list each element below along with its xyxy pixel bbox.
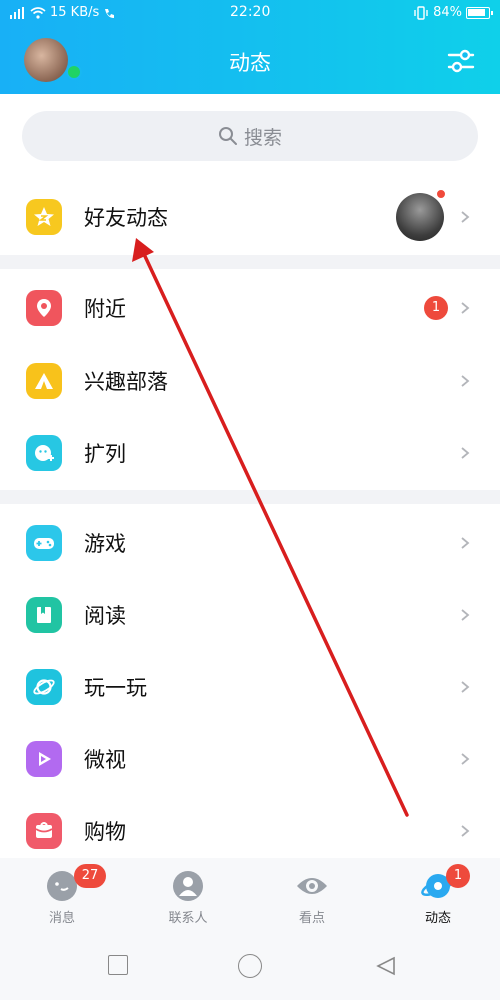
reading-row[interactable]: 阅读: [0, 579, 500, 651]
tab-contacts[interactable]: 联系人: [138, 858, 238, 930]
nearby-row[interactable]: 附近 1: [0, 272, 500, 344]
book-icon: [26, 597, 62, 633]
hd-call-icon: [105, 8, 115, 18]
expand-friends-label: 扩列: [84, 442, 126, 466]
back-triangle-icon[interactable]: [374, 954, 398, 978]
search-placeholder: 搜索: [243, 126, 282, 149]
settings-sliders-icon[interactable]: [446, 46, 476, 76]
shopping-label: 购物: [84, 820, 126, 844]
home-button[interactable]: [238, 954, 262, 978]
interest-tribe-label: 兴趣部落: [84, 370, 168, 394]
friends-feed-label: 好友动态: [84, 206, 168, 230]
nearby-badge: 1: [424, 296, 448, 320]
chevron-right-icon: [461, 447, 470, 459]
star-icon: [26, 199, 62, 235]
search-icon: [218, 127, 237, 145]
recent-apps-button[interactable]: [108, 955, 128, 975]
search-bar[interactable]: 搜索: [22, 111, 478, 161]
chevron-right-icon: [461, 211, 470, 223]
expand-friends-row[interactable]: 扩列: [0, 417, 500, 489]
smiley-plus-icon: [26, 435, 62, 471]
interest-tribe-row[interactable]: 兴趣部落: [0, 345, 500, 417]
location-pin-icon: [26, 290, 62, 326]
tab-dynamic[interactable]: 动态: [388, 858, 488, 930]
status-left: 15 KB/s: [10, 5, 119, 20]
clock: 22:20: [230, 4, 271, 20]
signal-icon: [10, 6, 24, 19]
tab-messages-label: 消息: [48, 911, 75, 926]
dynamic-badge: 1: [446, 864, 470, 888]
chevron-right-icon: [461, 302, 470, 314]
network-speed: 15 KB/s: [50, 5, 100, 20]
weishi-row[interactable]: 微视: [0, 723, 500, 795]
chevron-right-icon: [461, 825, 470, 837]
person-icon: [173, 871, 203, 901]
gift-icon: [26, 813, 62, 849]
chevron-right-icon: [461, 681, 470, 693]
battery-icon: [466, 6, 493, 19]
tab-watch-label: 看点: [298, 911, 325, 926]
tab-contacts-label: 联系人: [168, 911, 208, 926]
vibrate-icon: [414, 5, 428, 20]
page-title: 动态: [229, 51, 271, 75]
tab-dynamic-label: 动态: [424, 911, 451, 926]
system-navigation-bar: [0, 930, 500, 1000]
battery-percent: 84%: [433, 5, 462, 20]
tab-watch[interactable]: 看点: [262, 858, 362, 930]
chevron-right-icon: [461, 537, 470, 549]
chevron-right-icon: [461, 609, 470, 621]
messages-badge: 27: [74, 864, 106, 888]
bottom-tab-bar: 消息 27 联系人 看点 动态 1: [0, 858, 500, 930]
play-icon: [26, 741, 62, 777]
shopping-row[interactable]: 购物: [0, 795, 500, 867]
status-bar: 15 KB/s 22:20 84%: [0, 0, 500, 26]
weishi-label: 微视: [84, 748, 126, 772]
wifi-icon: [30, 6, 46, 19]
chevron-right-icon: [461, 375, 470, 387]
status-right: 84%: [413, 5, 493, 20]
reading-label: 阅读: [84, 604, 126, 628]
games-row[interactable]: 游戏: [0, 507, 500, 579]
planet-icon: [26, 669, 62, 705]
new-update-dot: [435, 188, 447, 200]
friend-update-thumbnail: [396, 193, 444, 241]
play-games-row[interactable]: 玩一玩: [0, 651, 500, 723]
header-bar: 15 KB/s 22:20 84% 动态: [0, 0, 500, 94]
tent-icon: [26, 363, 62, 399]
section-divider: [0, 255, 500, 269]
chevron-right-icon: [461, 753, 470, 765]
eye-icon: [297, 878, 327, 894]
play-games-label: 玩一玩: [84, 676, 147, 700]
gamepad-icon: [26, 525, 62, 561]
games-label: 游戏: [84, 532, 126, 556]
nearby-label: 附近: [84, 297, 126, 321]
section-divider: [0, 490, 500, 504]
